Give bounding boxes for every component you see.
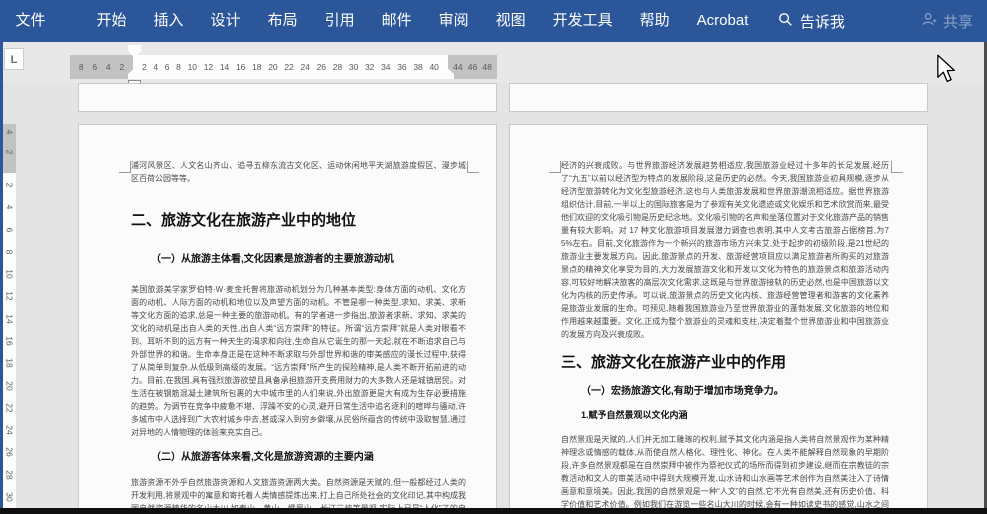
tab-home[interactable]: 开始: [83, 0, 140, 42]
tell-me-search[interactable]: 告诉我: [778, 11, 845, 32]
ruler-tick-label: 2: [119, 62, 125, 72]
paragraph: 经济的兴衰成败。与世界旅游经济发展趋势相适应,我国旅游业经过十多年的长足发展,经…: [561, 161, 889, 339]
tab-stop-selector[interactable]: L: [4, 48, 24, 70]
tab-layout[interactable]: 布局: [254, 0, 311, 42]
ruler-tick-label: 2: [4, 149, 15, 155]
ruler-tick-label: 26: [4, 447, 15, 458]
tab-insert[interactable]: 插入: [140, 0, 197, 42]
ruler-tick-label: 10: [187, 62, 198, 72]
vruler-text-area: 2 4 6 8 10 12 14 16 18 20 22 24 26 28 30: [3, 173, 16, 509]
share-label: 共享: [942, 13, 973, 31]
ruler-tick-label: 46: [467, 62, 478, 72]
ruler-tick-label: 10: [4, 269, 15, 279]
search-icon: [778, 12, 793, 31]
tab-mailings[interactable]: 邮件: [368, 0, 425, 42]
ruler-tick-label: 32: [364, 62, 375, 72]
paragraph: 浦河风景区、人文名山齐山、追寻五柳东流古文化区、运动休闲地平天湖旅游度假区、漫步…: [131, 161, 466, 183]
paragraph: 旅游资源不外乎自然旅游资源和人文旅游资源两大类。自然资源是天赋的,但一般都经过人…: [131, 478, 466, 510]
person-add-icon: [921, 11, 937, 31]
ruler-tick-label: 22: [4, 403, 15, 413]
mouse-cursor: [936, 54, 958, 89]
subsection-heading: （一）从旅游主体看,文化因素是旅游者的主要旅游动机: [151, 254, 394, 265]
window-border-bottom: [0, 508, 987, 514]
text-boundary-mark: [119, 161, 131, 173]
ruler-tick-label: 24: [4, 425, 15, 435]
ruler-tick-label: 24: [300, 62, 310, 72]
tab-view[interactable]: 视图: [482, 0, 539, 42]
ruler-tick-label: 12: [4, 291, 15, 302]
numbered-subheading: 1.赋予自然景观以文化内涵: [581, 410, 688, 420]
hruler-left-margin: 8642: [70, 55, 133, 79]
ruler-tick-label: 4: [4, 204, 15, 210]
ruler-tick-label: 18: [4, 358, 15, 368]
tab-design[interactable]: 设计: [197, 0, 254, 42]
ruler-tick-label: 12: [203, 62, 214, 72]
ruler-tick-label: 2: [142, 62, 147, 72]
ruler-tick-label: 44: [453, 62, 463, 72]
text-boundary-mark: [549, 161, 561, 173]
hruler-right-margin: 44 46 48: [448, 55, 497, 79]
word-window: 文件 开始 插入 设计 布局 引用 邮件 审阅 视图 开发工具 帮助 Acrob…: [0, 0, 987, 514]
ruler-tick-label: 26: [316, 62, 327, 72]
tell-me-label: 告诉我: [799, 13, 845, 31]
ruler-tick-label: 4: [153, 62, 159, 72]
ruler-tick-label: 16: [4, 336, 15, 346]
tab-file[interactable]: 文件: [2, 0, 59, 42]
tab-review[interactable]: 审阅: [425, 0, 482, 42]
tab-acrobat[interactable]: Acrobat: [683, 0, 762, 42]
ruler-tick-label: 16: [235, 62, 246, 72]
subsection-heading: （一）宏扬旅游文化,有助于增加市场竞争力。: [581, 386, 784, 397]
tab-developer[interactable]: 开发工具: [539, 0, 626, 42]
text-boundary-mark: [467, 161, 479, 173]
previous-page-right-bottom: [509, 83, 928, 112]
text-boundary-mark: [891, 161, 903, 173]
ruler-tick-label: 18: [252, 62, 262, 72]
ruler-tick-label: 20: [4, 380, 15, 391]
ruler-tick-label: 30: [348, 62, 359, 72]
ruler-tick-label: 40: [429, 62, 439, 72]
ribbon-tab-bar: 文件 开始 插入 设计 布局 引用 邮件 审阅 视图 开发工具 帮助 Acrob…: [0, 0, 987, 42]
document-page-left[interactable]: 浦河风景区、人文名山齐山、追寻五柳东流古文化区、运动休闲地平天湖旅游度假区、漫步…: [78, 124, 497, 510]
document-page-right[interactable]: 经济的兴衰成败。与世界旅游经济发展趋势相适应,我国旅游业经过十多年的长足发展,经…: [509, 124, 928, 510]
section-heading: 二、旅游文化在旅游产业中的地位: [131, 212, 357, 229]
ruler-tick-label: 14: [219, 62, 230, 72]
tab-references[interactable]: 引用: [311, 0, 368, 42]
ruler-tick-label: 14: [4, 313, 15, 324]
ruler-tick-label: 22: [284, 62, 294, 72]
ruler-tick-label: 6: [92, 62, 98, 72]
ruler-tick-label: 20: [268, 62, 278, 72]
ruler-tick-label: 30: [4, 492, 15, 502]
subsection-heading: （二）从旅游客体来看,文化是旅游资源的主要内涵: [151, 452, 374, 463]
ruler-tick-label: 8: [4, 249, 15, 255]
ruler-tick-label: 28: [4, 469, 15, 480]
hruler-text-area: 2 4 6 8 10 12 14 16 18 20 22 24 26 28 30 32 34 36 38 40: [133, 55, 448, 79]
paragraph: 自然景观是天赋的,人们并无加工雕琢的权利,赋予其文化内涵是指人类将自然景观作为某…: [561, 435, 889, 509]
ruler-tick-label: 8: [78, 62, 84, 72]
ruler-tick-label: 6: [4, 227, 15, 232]
paragraph: 美国旅游美学家罗伯特·W·麦金托曾将旅游动机划分为几种基本类型:身体方面的动机、…: [131, 285, 466, 437]
ruler-tick-label: 34: [381, 62, 391, 72]
ruler-tick-label: 8: [176, 62, 181, 72]
tab-stop-glyph: L: [10, 54, 18, 66]
window-border-left: [0, 0, 3, 514]
section-heading: 三、旅游文化在旅游产业中的作用: [561, 354, 787, 371]
previous-page-left-bottom: [78, 83, 497, 112]
ruler-tick-label: 48: [482, 62, 492, 72]
ruler-tick-label: 28: [332, 62, 343, 72]
vruler-top-margin: 42: [3, 124, 16, 173]
ruler-tick-label: 2: [4, 182, 15, 188]
ruler-tick-label: 36: [397, 62, 407, 72]
ruler-tick-label: 38: [413, 62, 423, 72]
share-button[interactable]: 共享: [921, 0, 973, 42]
ruler-tick-label: 4: [105, 62, 111, 72]
ruler-tick-label: 4: [4, 129, 15, 135]
ruler-tick-label: 6: [164, 62, 170, 72]
tab-help[interactable]: 帮助: [626, 0, 683, 42]
